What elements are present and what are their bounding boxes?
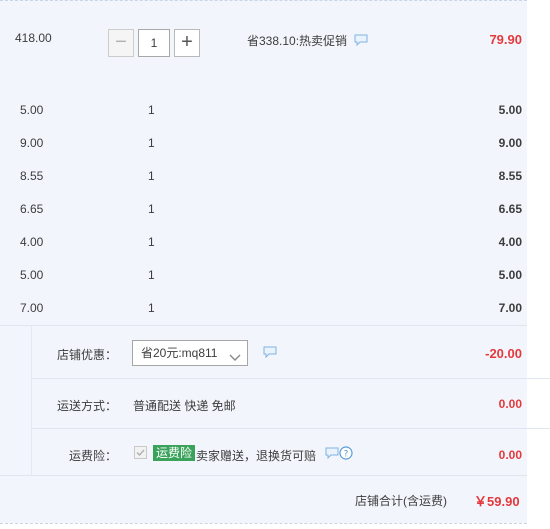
discount-amount: -20.00: [485, 346, 522, 361]
bottom-dashed-divider: [0, 523, 527, 524]
shipping-method: 普通配送 快递 免邮: [133, 399, 236, 413]
quantity-text: 1: [148, 136, 155, 150]
svg-text:?: ?: [344, 450, 349, 460]
divider: [0, 475, 527, 476]
item-total: 6.65: [498, 202, 522, 216]
quantity-text: 1: [148, 103, 155, 117]
insurance-checkbox[interactable]: [134, 446, 147, 459]
item-total: 5.00: [498, 103, 522, 117]
summary-total: ￥59.90: [474, 491, 520, 510]
help-circle-icon[interactable]: ?: [339, 446, 353, 463]
unit-price: 9.00: [20, 136, 44, 150]
unit-price: 6.65: [20, 202, 44, 216]
insurance-badge: 运费险: [153, 445, 196, 461]
shipping-amount: 0.00: [498, 397, 522, 411]
insurance-amount: 0.00: [498, 448, 522, 462]
chat-bubble-icon[interactable]: [263, 346, 277, 361]
section-left-column: [0, 325, 32, 475]
discount-select[interactable]: 省20元:mq811: [132, 340, 248, 366]
unit-price: 7.00: [20, 301, 44, 315]
quantity-text: 1: [148, 235, 155, 249]
insurance-text: 卖家赠送，退换货可赔: [196, 449, 317, 463]
summary-amount: 59.90: [487, 494, 520, 509]
quantity-text: 1: [148, 169, 155, 183]
quantity-stepper: − 1 +: [108, 29, 200, 57]
divider: [32, 428, 550, 429]
item-total: 8.55: [498, 169, 522, 183]
item-total: 9.00: [498, 136, 522, 150]
quantity-input[interactable]: 1: [138, 29, 170, 57]
quantity-text: 1: [148, 202, 155, 216]
item-total: 4.00: [498, 235, 522, 249]
unit-price: 418.00: [15, 31, 52, 45]
divider: [0, 325, 527, 326]
currency-symbol: ￥: [474, 494, 488, 509]
promotion-info: 省338.10:热卖促销: [247, 32, 368, 49]
item-total: 5.00: [498, 268, 522, 282]
chat-bubble-icon[interactable]: [354, 34, 368, 49]
discount-label: 店铺优惠：: [57, 348, 118, 362]
promotion-text: 省338.10:热卖促销: [247, 34, 348, 48]
unit-price: 5.00: [20, 103, 44, 117]
summary-label: 店铺合计(含运费): [355, 494, 447, 508]
increase-button[interactable]: +: [174, 29, 200, 57]
item-total: 79.90: [489, 32, 522, 47]
decrease-button[interactable]: −: [108, 29, 134, 57]
quantity-text: 1: [148, 301, 155, 315]
chat-bubble-icon[interactable]: [325, 447, 339, 462]
chevron-down-icon: [229, 347, 241, 371]
shipping-label: 运送方式：: [57, 399, 118, 413]
divider: [32, 378, 550, 379]
unit-price: 5.00: [20, 268, 44, 282]
unit-price: 4.00: [20, 235, 44, 249]
quantity-text: 1: [148, 268, 155, 282]
unit-price: 8.55: [20, 169, 44, 183]
checkmark-icon: [136, 449, 145, 457]
item-total: 7.00: [498, 301, 522, 315]
right-gutter: [527, 0, 550, 529]
insurance-label: 运费险：: [69, 449, 118, 463]
discount-selected-value: 省20元:mq811: [141, 346, 218, 360]
